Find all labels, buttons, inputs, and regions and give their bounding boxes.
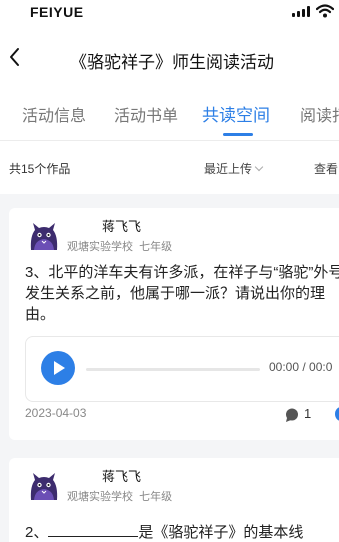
tab-activity-info[interactable]: 活动信息: [22, 102, 86, 126]
active-tab-indicator: [223, 133, 253, 136]
grade-label: 七年级: [139, 241, 173, 253]
comment-icon[interactable]: [285, 408, 299, 422]
tab-book-list[interactable]: 活动书单: [114, 102, 178, 126]
screen: FEIYUE 《骆驼祥子》师生阅读活动 活动信息 活动书单 共读空间 阅读打 共…: [0, 0, 339, 542]
page-title: 《骆驼祥子》师生阅读活动: [70, 53, 274, 72]
post-text: 3、北平的洋车夫有许多派，在祥子与“骆驼”外号发生关系之前，他属于哪一派？请说出…: [25, 264, 339, 323]
post-card[interactable]: 蒋飞飞 观塘实验学校 七年级 3、北平的洋车夫有许多派，在祥子与“骆驼”外号发生…: [9, 208, 339, 440]
school-name: 观塘实验学校: [67, 241, 133, 253]
works-count: 共15个作品: [9, 162, 71, 176]
post-text-suffix: 是《骆驼祥子》的基本线: [138, 524, 304, 541]
tab-bar: 活动信息 活动书单 共读空间 阅读打: [0, 90, 339, 141]
audio-time: 00:00 / 00:0: [269, 360, 333, 374]
play-icon[interactable]: [41, 351, 75, 385]
author-school: 观塘实验学校 七年级: [67, 238, 172, 254]
sort-dropdown[interactable]: 最近上传: [204, 160, 264, 177]
view-button[interactable]: 查看: [314, 160, 338, 177]
avatar[interactable]: [27, 220, 61, 254]
signal-icon: [292, 6, 312, 17]
status-bar: FEIYUE: [0, 0, 339, 26]
tab-reading-checkin[interactable]: 阅读打: [300, 102, 339, 126]
author-name: 蒋飞飞: [102, 219, 142, 234]
wifi-icon: [316, 4, 334, 18]
author-name: 蒋飞飞: [102, 469, 142, 484]
post-text-prefix: 2、: [25, 524, 49, 541]
author-school: 观塘实验学校 七年级: [67, 488, 172, 504]
school-name: 观塘实验学校: [67, 491, 133, 503]
tab-shared-reading[interactable]: 共读空间: [202, 101, 270, 126]
fill-in-blank: [48, 522, 139, 537]
grade-label: 七年级: [139, 491, 173, 503]
avatar[interactable]: [27, 470, 61, 504]
back-arrow-icon[interactable]: [4, 40, 30, 74]
comment-count: 1: [304, 406, 312, 421]
post-text: 2、 是《骆驼祥子》的基本线: [25, 522, 339, 542]
audio-progress-track[interactable]: [86, 368, 260, 371]
like-icon[interactable]: [335, 407, 339, 421]
chevron-down-icon: [254, 162, 264, 172]
filter-bar: 共15个作品 最近上传 查看: [0, 141, 339, 194]
post-date: 2023-04-03: [25, 406, 87, 420]
carrier-name: FEIYUE: [30, 4, 84, 20]
page-header: 《骆驼祥子》师生阅读活动: [0, 26, 339, 90]
post-card[interactable]: 蒋飞飞 观塘实验学校 七年级 2、 是《骆驼祥子》的基本线: [9, 458, 339, 542]
audio-player: 00:00 / 00:0: [25, 336, 339, 402]
sort-label: 最近上传: [204, 162, 253, 176]
